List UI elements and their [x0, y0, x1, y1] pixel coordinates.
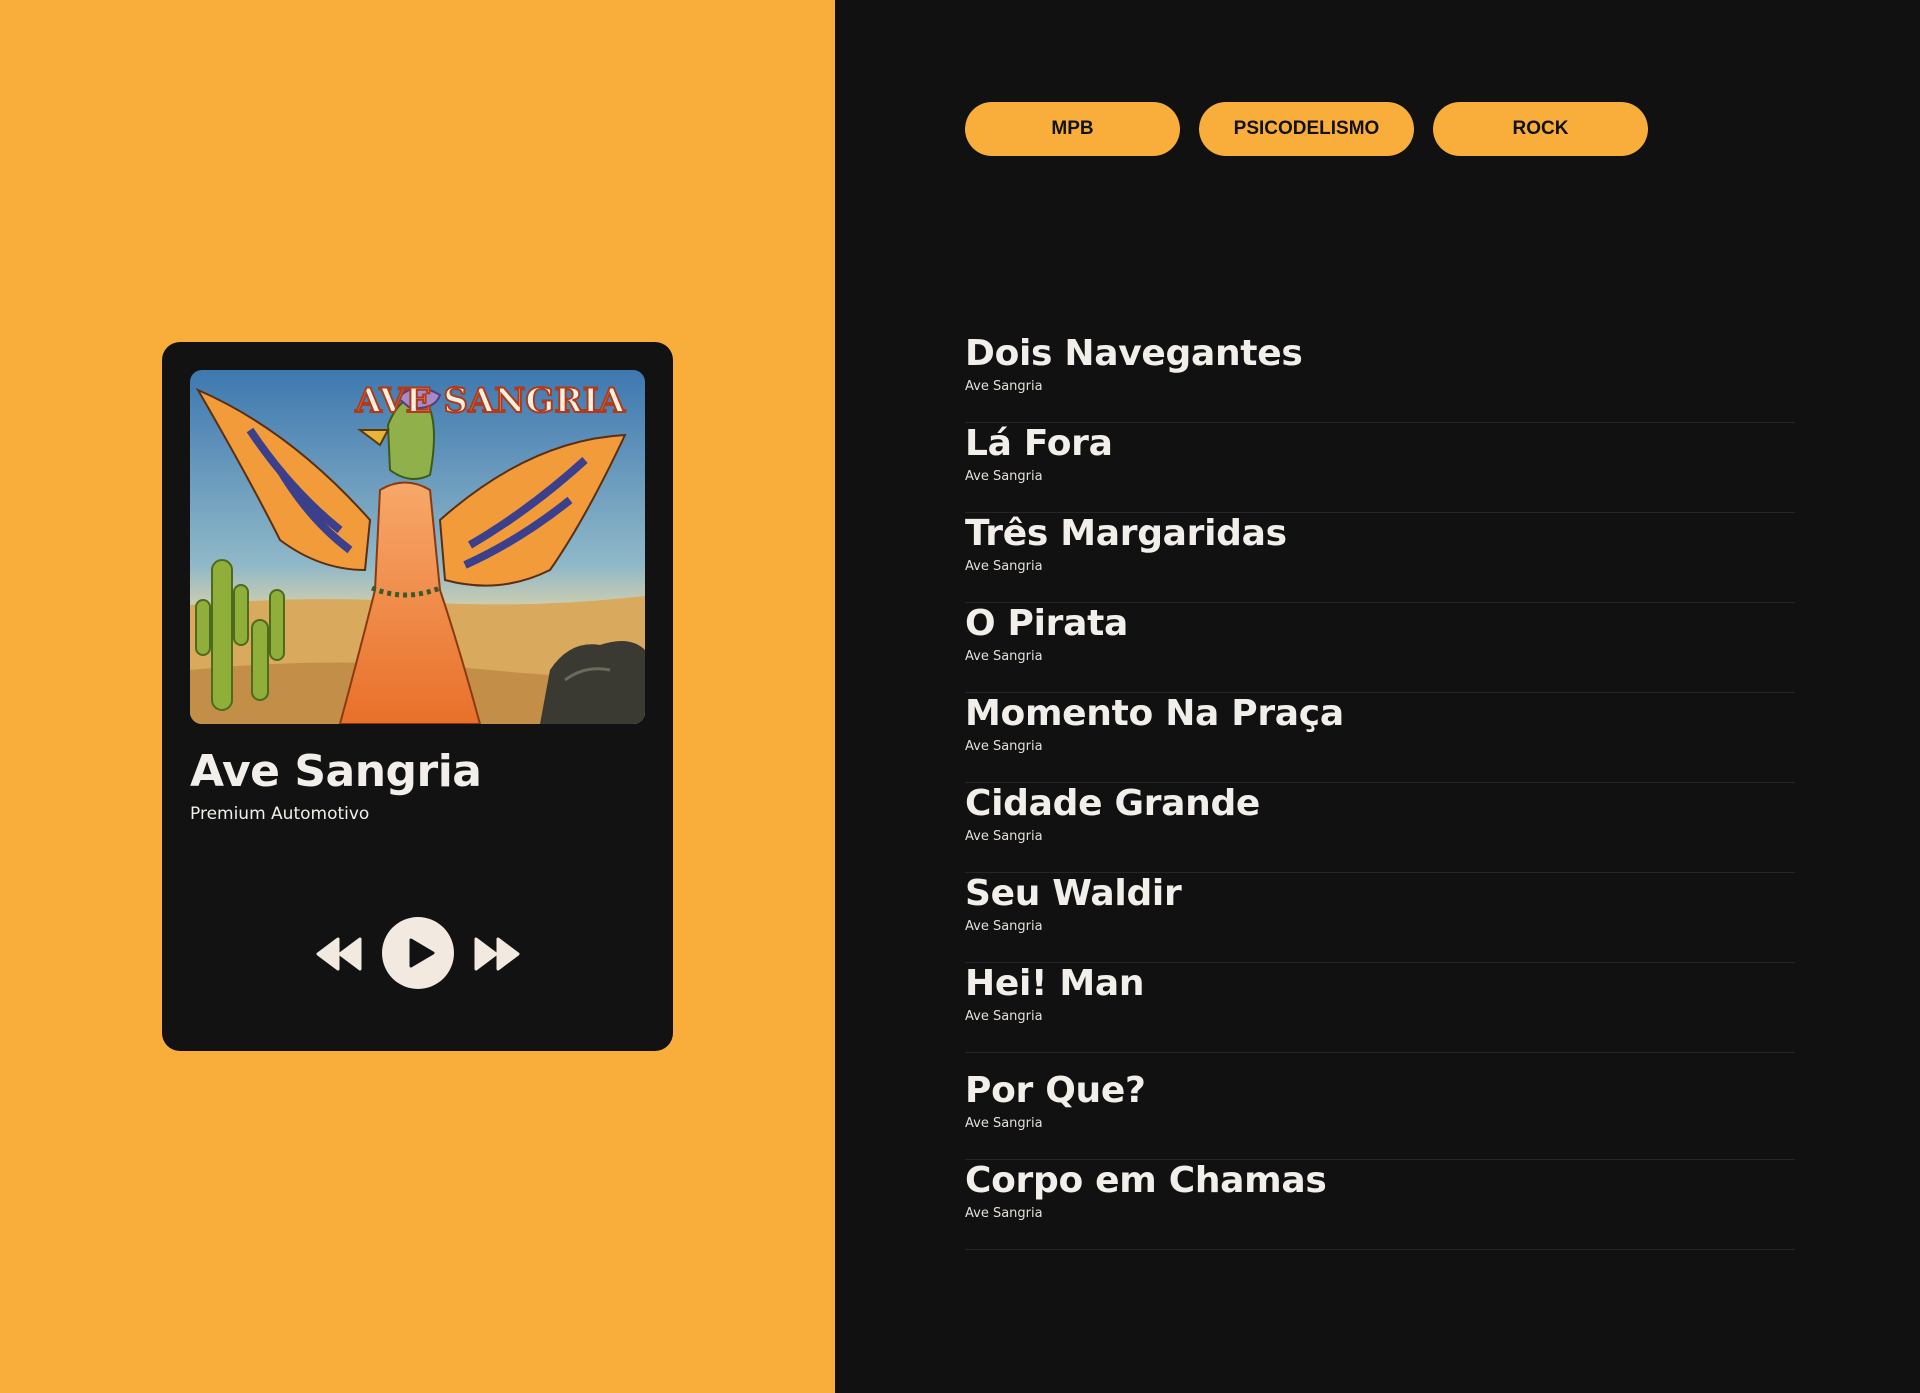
track-row[interactable]: Seu Waldir Ave Sangria: [965, 873, 1795, 963]
play-button[interactable]: [382, 917, 454, 989]
right-panel: MPB PSICODELISMO ROCK Dois Navegantes Av…: [835, 0, 1920, 1393]
album-subtitle: Premium Automotivo: [190, 804, 370, 824]
fast-forward-button[interactable]: [474, 937, 520, 971]
track-row[interactable]: Três Margaridas Ave Sangria: [965, 513, 1795, 603]
track-artist: Ave Sangria: [965, 1009, 1043, 1024]
track-title: O Pirata: [965, 603, 1129, 644]
track-title: Hei! Man: [965, 963, 1145, 1004]
track-title: Lá Fora: [965, 423, 1113, 464]
track-row[interactable]: Corpo em Chamas Ave Sangria: [965, 1160, 1795, 1250]
track-artist: Ave Sangria: [965, 919, 1043, 934]
track-row[interactable]: Dois Navegantes Ave Sangria: [965, 333, 1795, 423]
left-panel: AVE SANGRIA Ave Sangria Premium Automoti…: [0, 0, 835, 1393]
track-row[interactable]: Hei! Man Ave Sangria: [965, 963, 1795, 1053]
music-player-card: AVE SANGRIA Ave Sangria Premium Automoti…: [162, 342, 673, 1051]
track-artist: Ave Sangria: [965, 1116, 1043, 1131]
rewind-icon: [316, 937, 362, 971]
track-artist: Ave Sangria: [965, 1206, 1043, 1221]
track-row[interactable]: O Pirata Ave Sangria: [965, 603, 1795, 693]
track-artist: Ave Sangria: [965, 469, 1043, 484]
track-artist: Ave Sangria: [965, 379, 1043, 394]
album-title: Ave Sangria: [190, 746, 482, 797]
play-icon: [409, 938, 435, 968]
track-title: Seu Waldir: [965, 873, 1182, 914]
genre-pill-rock[interactable]: ROCK: [1433, 102, 1648, 156]
track-row[interactable]: Por Que? Ave Sangria: [965, 1070, 1795, 1160]
track-artist: Ave Sangria: [965, 559, 1043, 574]
track-title: Momento Na Praça: [965, 693, 1344, 734]
track-title: Por Que?: [965, 1070, 1146, 1111]
genre-pill-mpb[interactable]: MPB: [965, 102, 1180, 156]
genre-pill-psicodelismo[interactable]: PSICODELISMO: [1199, 102, 1414, 156]
rewind-button[interactable]: [316, 937, 362, 971]
album-cover[interactable]: AVE SANGRIA: [190, 370, 645, 724]
cover-title-text: AVE SANGRIA: [354, 381, 625, 421]
track-title: Três Margaridas: [965, 513, 1287, 554]
fast-forward-icon: [474, 937, 520, 971]
track-artist: Ave Sangria: [965, 649, 1043, 664]
track-row[interactable]: Lá Fora Ave Sangria: [965, 423, 1795, 513]
track-artist: Ave Sangria: [965, 829, 1043, 844]
track-row[interactable]: Momento Na Praça Ave Sangria: [965, 693, 1795, 783]
track-artist: Ave Sangria: [965, 739, 1043, 754]
playback-controls: [162, 917, 673, 989]
album-cover-art: AVE SANGRIA: [190, 370, 645, 724]
page: AVE SANGRIA Ave Sangria Premium Automoti…: [0, 0, 1920, 1393]
track-title: Cidade Grande: [965, 783, 1261, 824]
track-title: Dois Navegantes: [965, 333, 1303, 374]
track-title: Corpo em Chamas: [965, 1160, 1327, 1201]
track-row[interactable]: Cidade Grande Ave Sangria: [965, 783, 1795, 873]
